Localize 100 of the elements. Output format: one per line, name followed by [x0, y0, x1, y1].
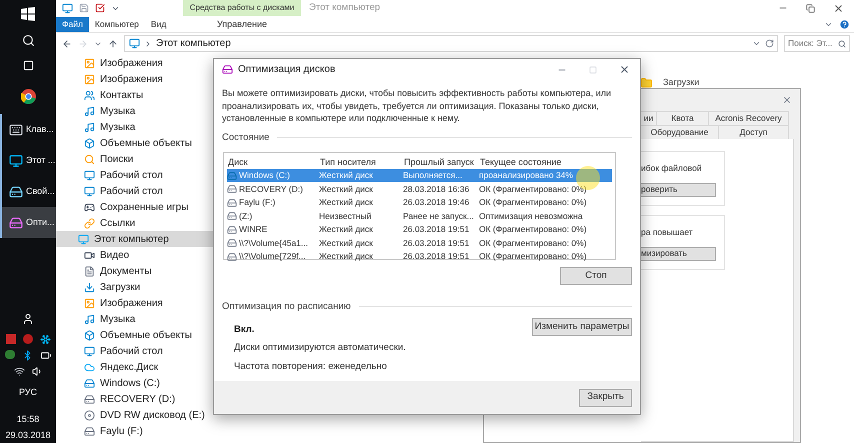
- column-header[interactable]: Диск: [227, 156, 319, 169]
- close-icon[interactable]: [782, 95, 792, 105]
- table-cell: Жесткий диск: [319, 236, 373, 250]
- dialog-tab[interactable]: Acronis Recovery: [709, 111, 789, 125]
- optimize-icon: [222, 64, 233, 75]
- save-icon[interactable]: [79, 3, 89, 14]
- language-indicator[interactable]: РУС: [18, 386, 38, 399]
- optimize-icon: [9, 216, 23, 230]
- table-cell: (Z:): [239, 210, 252, 222]
- gamepad-icon: [84, 202, 95, 212]
- drive-icon: [227, 198, 237, 208]
- refresh-icon[interactable]: [765, 39, 774, 48]
- computer-icon[interactable]: [62, 2, 73, 14]
- table-cell: Жесткий диск: [319, 196, 373, 209]
- drive-icon: [84, 378, 95, 388]
- keyboard-icon: [9, 122, 23, 136]
- nav-item[interactable]: Документы: [56, 263, 240, 279]
- volume-icon[interactable]: [32, 366, 42, 376]
- nav-item[interactable]: Загрузки: [56, 279, 240, 295]
- folder-item[interactable]: Загрузки: [640, 76, 854, 90]
- drive-icon: [227, 238, 237, 248]
- system-drive-icon: [227, 170, 237, 180]
- table-cell: Жесткий диск: [319, 223, 373, 236]
- table-cell: ОК (Фрагментировано: 0%): [479, 250, 587, 263]
- ribbon-tab[interactable]: Компьютер: [88, 17, 145, 32]
- help-icon[interactable]: [839, 18, 850, 30]
- search-field[interactable]: Поиск: Эт...: [784, 35, 850, 52]
- drive-icon: [84, 394, 95, 404]
- dialog-tab[interactable]: ии: [641, 111, 657, 125]
- table-cell: 26.03.2018 19:51: [403, 236, 470, 250]
- taskbar-app[interactable]: Этот ...: [0, 145, 56, 176]
- music-icon: [84, 122, 95, 132]
- pictures-icon: [84, 74, 95, 84]
- search-icon[interactable]: [22, 34, 34, 46]
- column-header[interactable]: Прошлый запуск: [403, 156, 479, 169]
- table-cell: Windows (C:): [239, 169, 290, 182]
- dropdown-icon[interactable]: [752, 39, 761, 48]
- snowflake-icon[interactable]: [40, 334, 50, 344]
- table-cell: WINRE: [239, 223, 268, 236]
- computer-icon: [9, 154, 23, 168]
- properties-icon[interactable]: [95, 3, 105, 14]
- desktop-icon: [84, 346, 95, 356]
- ribbon-tab[interactable]: Вид: [144, 17, 172, 32]
- dialog-tab[interactable]: Квота: [657, 111, 709, 125]
- change-settings-button[interactable]: Изменить параметры: [532, 318, 632, 336]
- taskbar-app[interactable]: Опти...: [0, 207, 56, 238]
- cloud-icon: [84, 362, 95, 372]
- schedule-info: Диски оптимизируются автоматически.: [234, 341, 406, 356]
- table-cell: Выполняется...: [403, 169, 462, 182]
- group-description: ра повышает: [641, 226, 694, 239]
- group-action-button[interactable]: роверить: [641, 182, 716, 197]
- document-icon: [84, 266, 95, 276]
- group-description: ибок файловой: [641, 162, 703, 175]
- restore-icon[interactable]: [806, 4, 815, 13]
- table-cell: Оптимизация невозможна: [479, 210, 583, 222]
- schedule-status: Вкл.: [234, 323, 256, 337]
- taskbar-app[interactable]: Клав...: [0, 114, 56, 145]
- nav-item[interactable]: Faylu (F:): [56, 423, 240, 439]
- dialog-tab[interactable]: Доступ: [719, 125, 789, 139]
- table-cell: проанализировано 34%: [479, 169, 573, 182]
- close-icon[interactable]: [619, 64, 630, 75]
- antivirus-icon[interactable]: [6, 334, 16, 344]
- nav-item[interactable]: Windows (C:): [56, 375, 240, 391]
- cube-icon: [84, 330, 95, 340]
- group-action-button[interactable]: мизировать: [641, 246, 716, 261]
- table-cell: 26.03.2018 19:51: [403, 223, 470, 236]
- drive-icon: [227, 184, 237, 194]
- drive-icon: [227, 224, 237, 234]
- bluetooth-icon[interactable]: [22, 350, 32, 360]
- wifi-icon[interactable]: [14, 366, 24, 376]
- pictures-icon: [84, 298, 95, 308]
- column-header[interactable]: Тип носителя: [319, 156, 403, 169]
- pictures-icon: [84, 58, 95, 68]
- browser-icon[interactable]: [20, 88, 36, 104]
- address-bar[interactable]: Этот компьютер: [124, 35, 778, 52]
- computer-icon: [129, 38, 140, 49]
- link-icon: [84, 218, 95, 228]
- close-icon[interactable]: [833, 2, 844, 14]
- dialog-tab[interactable]: Оборудование: [641, 125, 719, 139]
- stop-button[interactable]: Стоп: [560, 266, 632, 285]
- column-header[interactable]: Текущее состояние: [479, 156, 612, 169]
- task-view-icon[interactable]: [22, 58, 34, 72]
- table-cell: RECOVERY (D:): [239, 182, 303, 196]
- table-cell: 26.03.2018 19:51: [403, 250, 470, 263]
- clock-time[interactable]: 15:58: [16, 414, 40, 425]
- folder-icon: [640, 77, 653, 89]
- close-button[interactable]: Закрыть: [579, 388, 632, 406]
- disc-icon: [84, 410, 95, 420]
- windows-logo-icon[interactable]: [21, 7, 35, 21]
- nav-item[interactable]: RECOVERY (D:): [56, 391, 240, 407]
- dialog-description: Вы можете оптимизировать диски, чтобы повысить эффективность работы компьютера, или проанализировать их, чтобы увидеть, требуется ли оптимизация. Показаны только диски, установленные в компьютере или подключенные к нему.: [222, 87, 612, 124]
- up-icon[interactable]: [108, 38, 118, 48]
- back-icon[interactable]: [62, 38, 72, 48]
- people-icon[interactable]: [22, 312, 34, 324]
- battery-icon[interactable]: [40, 350, 52, 360]
- table-cell: ОК (Фрагментировано: 0%): [479, 223, 587, 236]
- clock-date[interactable]: 29.03.2018: [5, 430, 51, 441]
- search-icon: [838, 40, 846, 48]
- nav-item[interactable]: DVD RW дисковод (E:): [56, 407, 240, 423]
- video-icon: [84, 250, 95, 260]
